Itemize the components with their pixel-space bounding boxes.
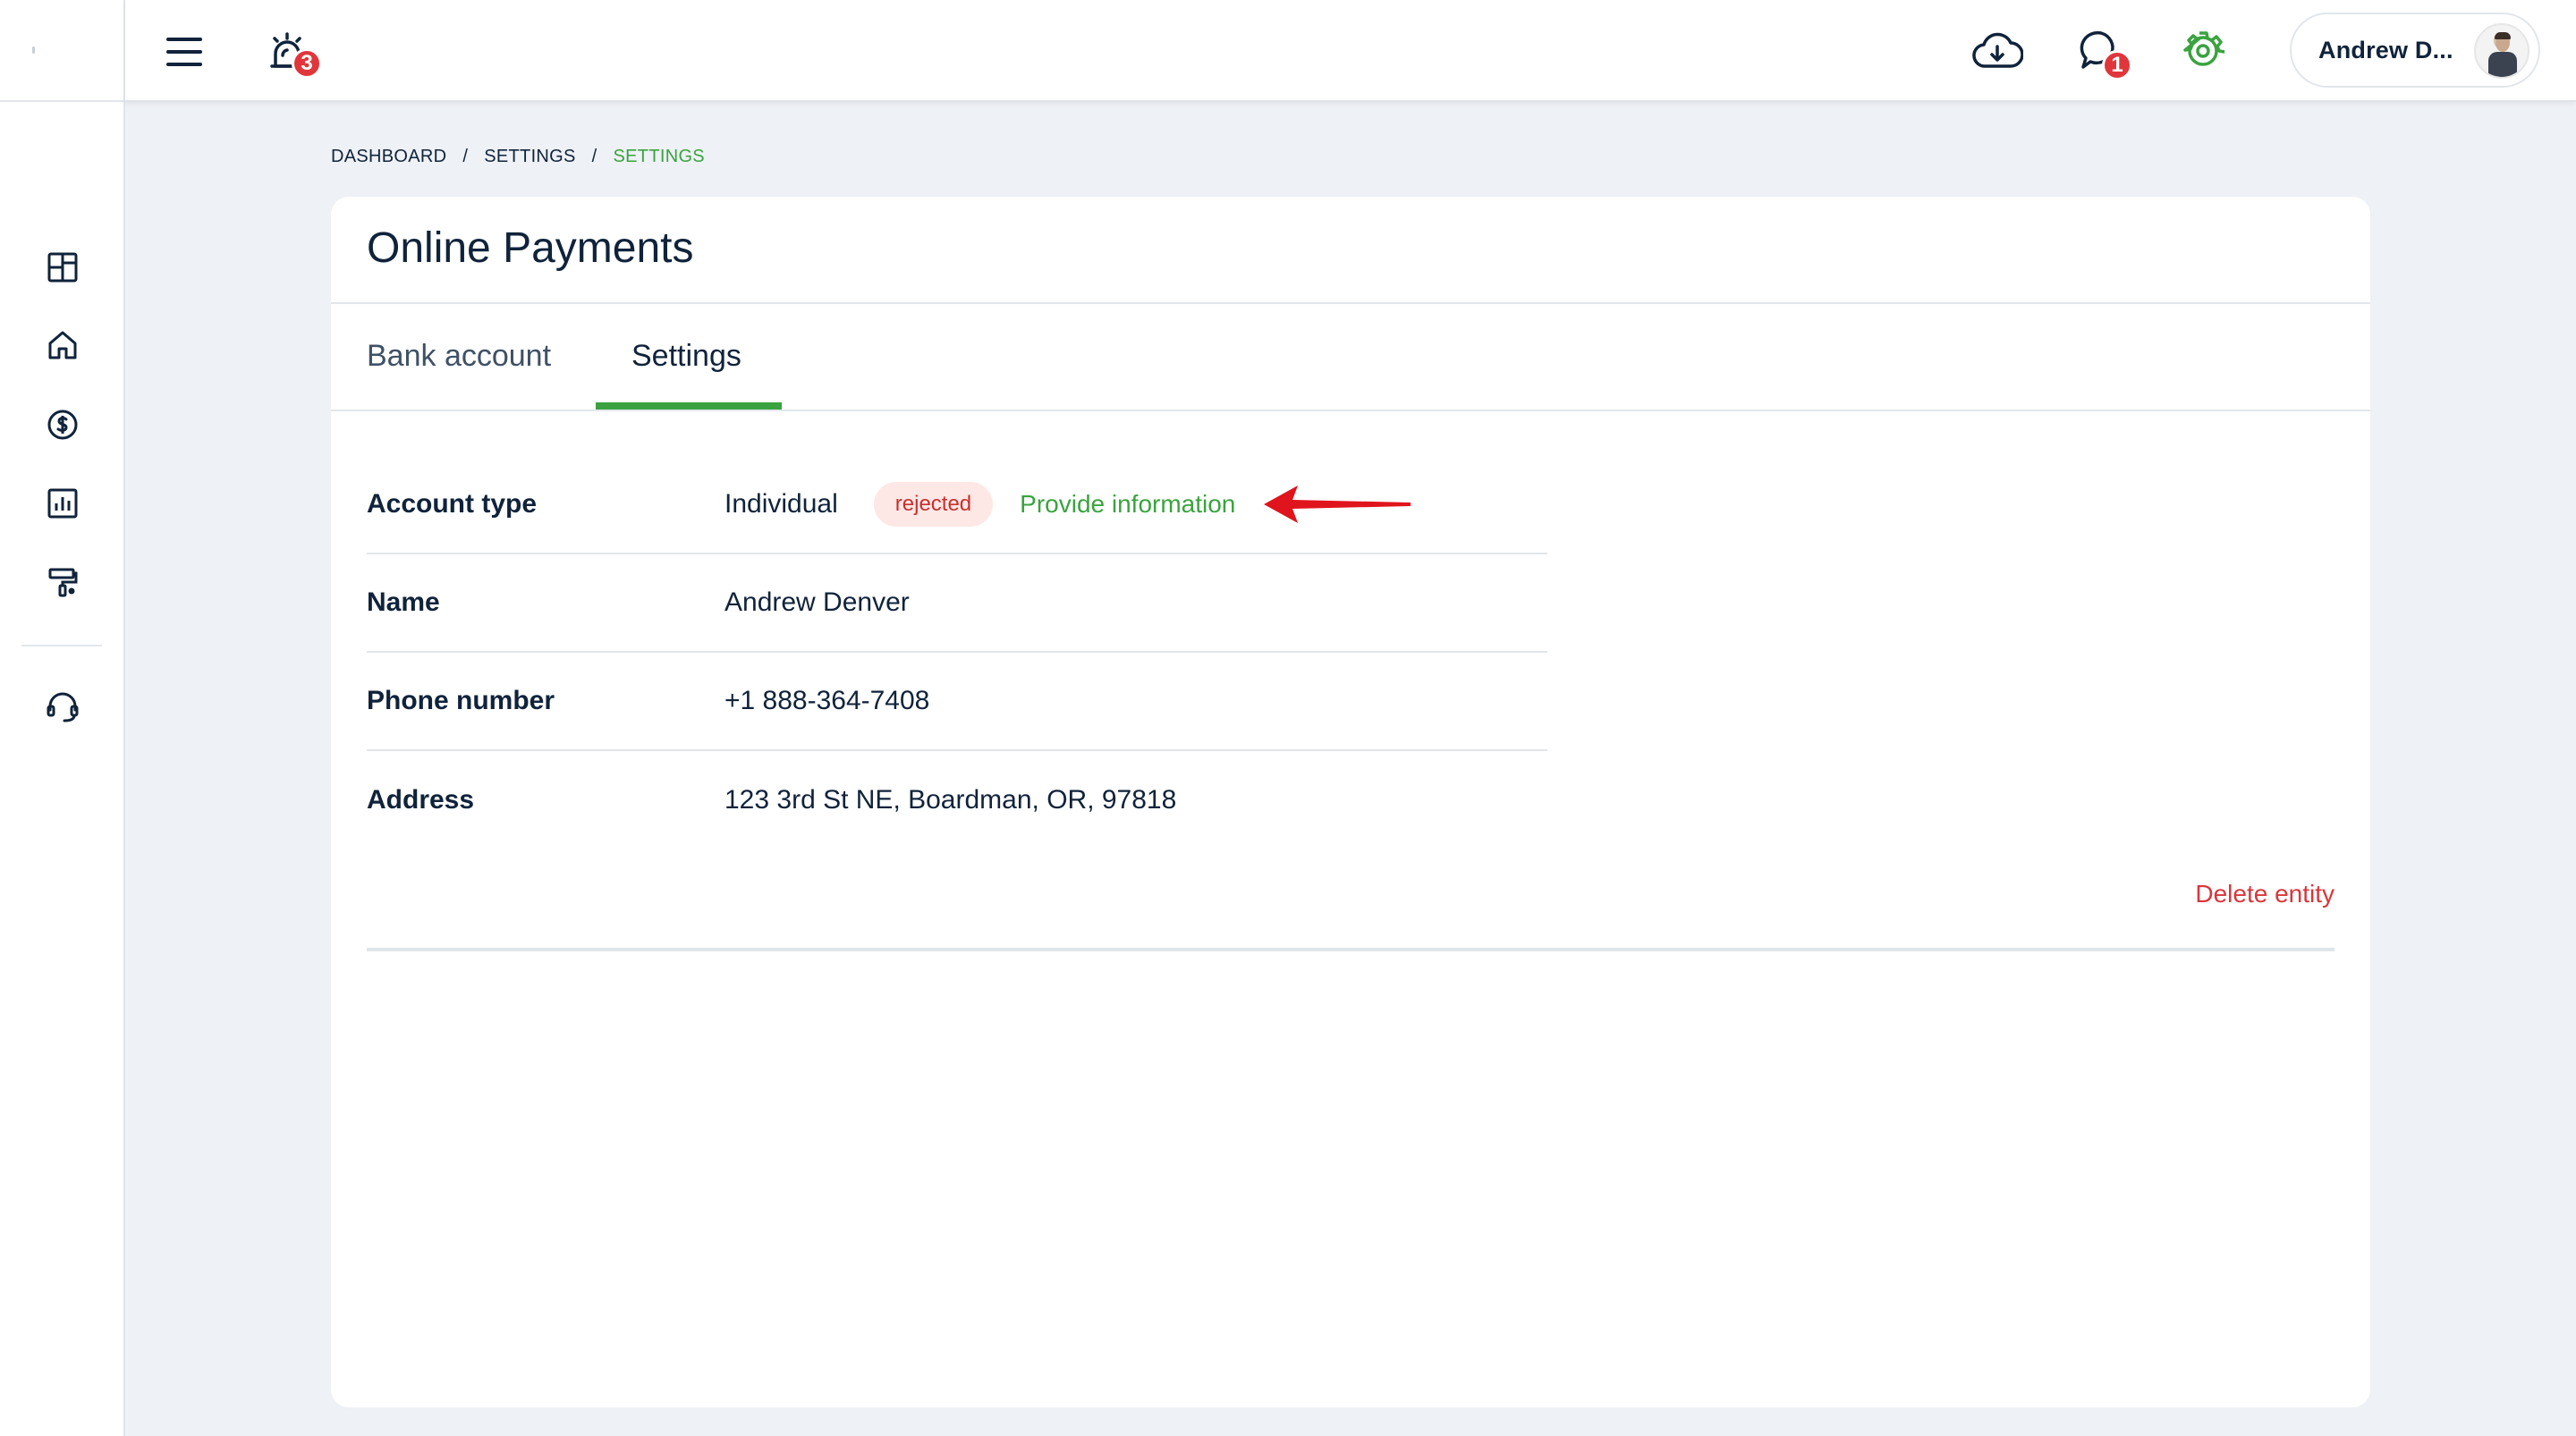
gear-icon [2183, 31, 2224, 66]
breadcrumb-separator: / [591, 147, 597, 166]
alerts-button[interactable]: 3 [258, 21, 322, 84]
section-divider [367, 948, 2334, 951]
bar-chart-icon [47, 488, 78, 519]
messages-button[interactable]: 1 [2073, 23, 2132, 80]
sidebar [0, 0, 125, 1436]
online-payments-card: Online Payments Bank account Settings Ac… [331, 197, 2370, 1407]
logo [32, 46, 35, 54]
tabs-divider [331, 410, 2370, 411]
account-type-row: Account type Individual rejected Provide… [367, 456, 1547, 554]
address-value: 123 3rd St NE, Boardman, OR, 97818 [724, 785, 1177, 815]
name-value: Andrew Denver [724, 587, 910, 617]
active-tab-indicator [596, 402, 782, 410]
name-row: Name Andrew Denver [367, 554, 1547, 653]
address-label: Address [367, 785, 475, 815]
hamburger-icon [166, 38, 202, 66]
sidebar-item-support[interactable] [39, 684, 86, 731]
account-type-label: Account type [367, 489, 538, 519]
settings-button[interactable] [2175, 23, 2231, 79]
phone-value: +1 888-364-7408 [724, 686, 930, 715]
tab-settings[interactable]: Settings [631, 304, 741, 408]
tab-bank-account[interactable]: Bank account [367, 304, 551, 408]
sidebar-item-payments[interactable] [39, 401, 86, 448]
sidebar-item-customize[interactable] [39, 559, 86, 605]
sidebar-item-dashboard[interactable] [39, 244, 86, 291]
breadcrumb-settings[interactable]: SETTINGS [484, 147, 575, 167]
sidebar-divider [21, 645, 102, 646]
dashboard-icon [47, 252, 78, 283]
phone-label: Phone number [367, 686, 555, 715]
sidebar-item-home[interactable] [39, 322, 86, 368]
user-menu[interactable]: Andrew D... [2290, 13, 2540, 88]
user-name: Andrew D... [2318, 36, 2453, 63]
breadcrumb-dashboard[interactable]: DASHBOARD [331, 147, 446, 167]
logo-area [0, 0, 123, 102]
dollar-icon [47, 410, 78, 440]
alerts-badge: 3 [292, 48, 322, 79]
address-row: Address 123 3rd St NE, Boardman, OR, 978… [367, 751, 1547, 849]
top-bar: 3 1 Andrew D... [125, 0, 2576, 102]
download-button[interactable] [1970, 23, 2025, 79]
provide-information-link[interactable]: Provide information [1020, 490, 1235, 519]
menu-button[interactable] [157, 25, 211, 79]
cloud-download-icon [1972, 32, 2023, 68]
delete-entity-button[interactable]: Delete entity [2195, 880, 2334, 908]
home-icon [48, 331, 77, 359]
page-title: Online Payments [367, 224, 694, 272]
paint-roller-icon [48, 568, 78, 597]
account-type-value: Individual [724, 489, 838, 519]
avatar [2474, 23, 2529, 79]
name-label: Name [367, 587, 440, 617]
sidebar-item-reports[interactable] [39, 480, 86, 527]
headset-icon [47, 692, 79, 722]
messages-badge: 1 [2102, 50, 2132, 80]
breadcrumb: DASHBOARD / SETTINGS / SETTINGS [331, 147, 705, 167]
status-badge: rejected [873, 482, 994, 527]
breadcrumb-current: SETTINGS [613, 147, 705, 166]
breadcrumb-separator: / [462, 147, 469, 166]
red-arrow-icon [1264, 486, 1411, 523]
phone-row: Phone number +1 888-364-7408 [367, 653, 1547, 751]
